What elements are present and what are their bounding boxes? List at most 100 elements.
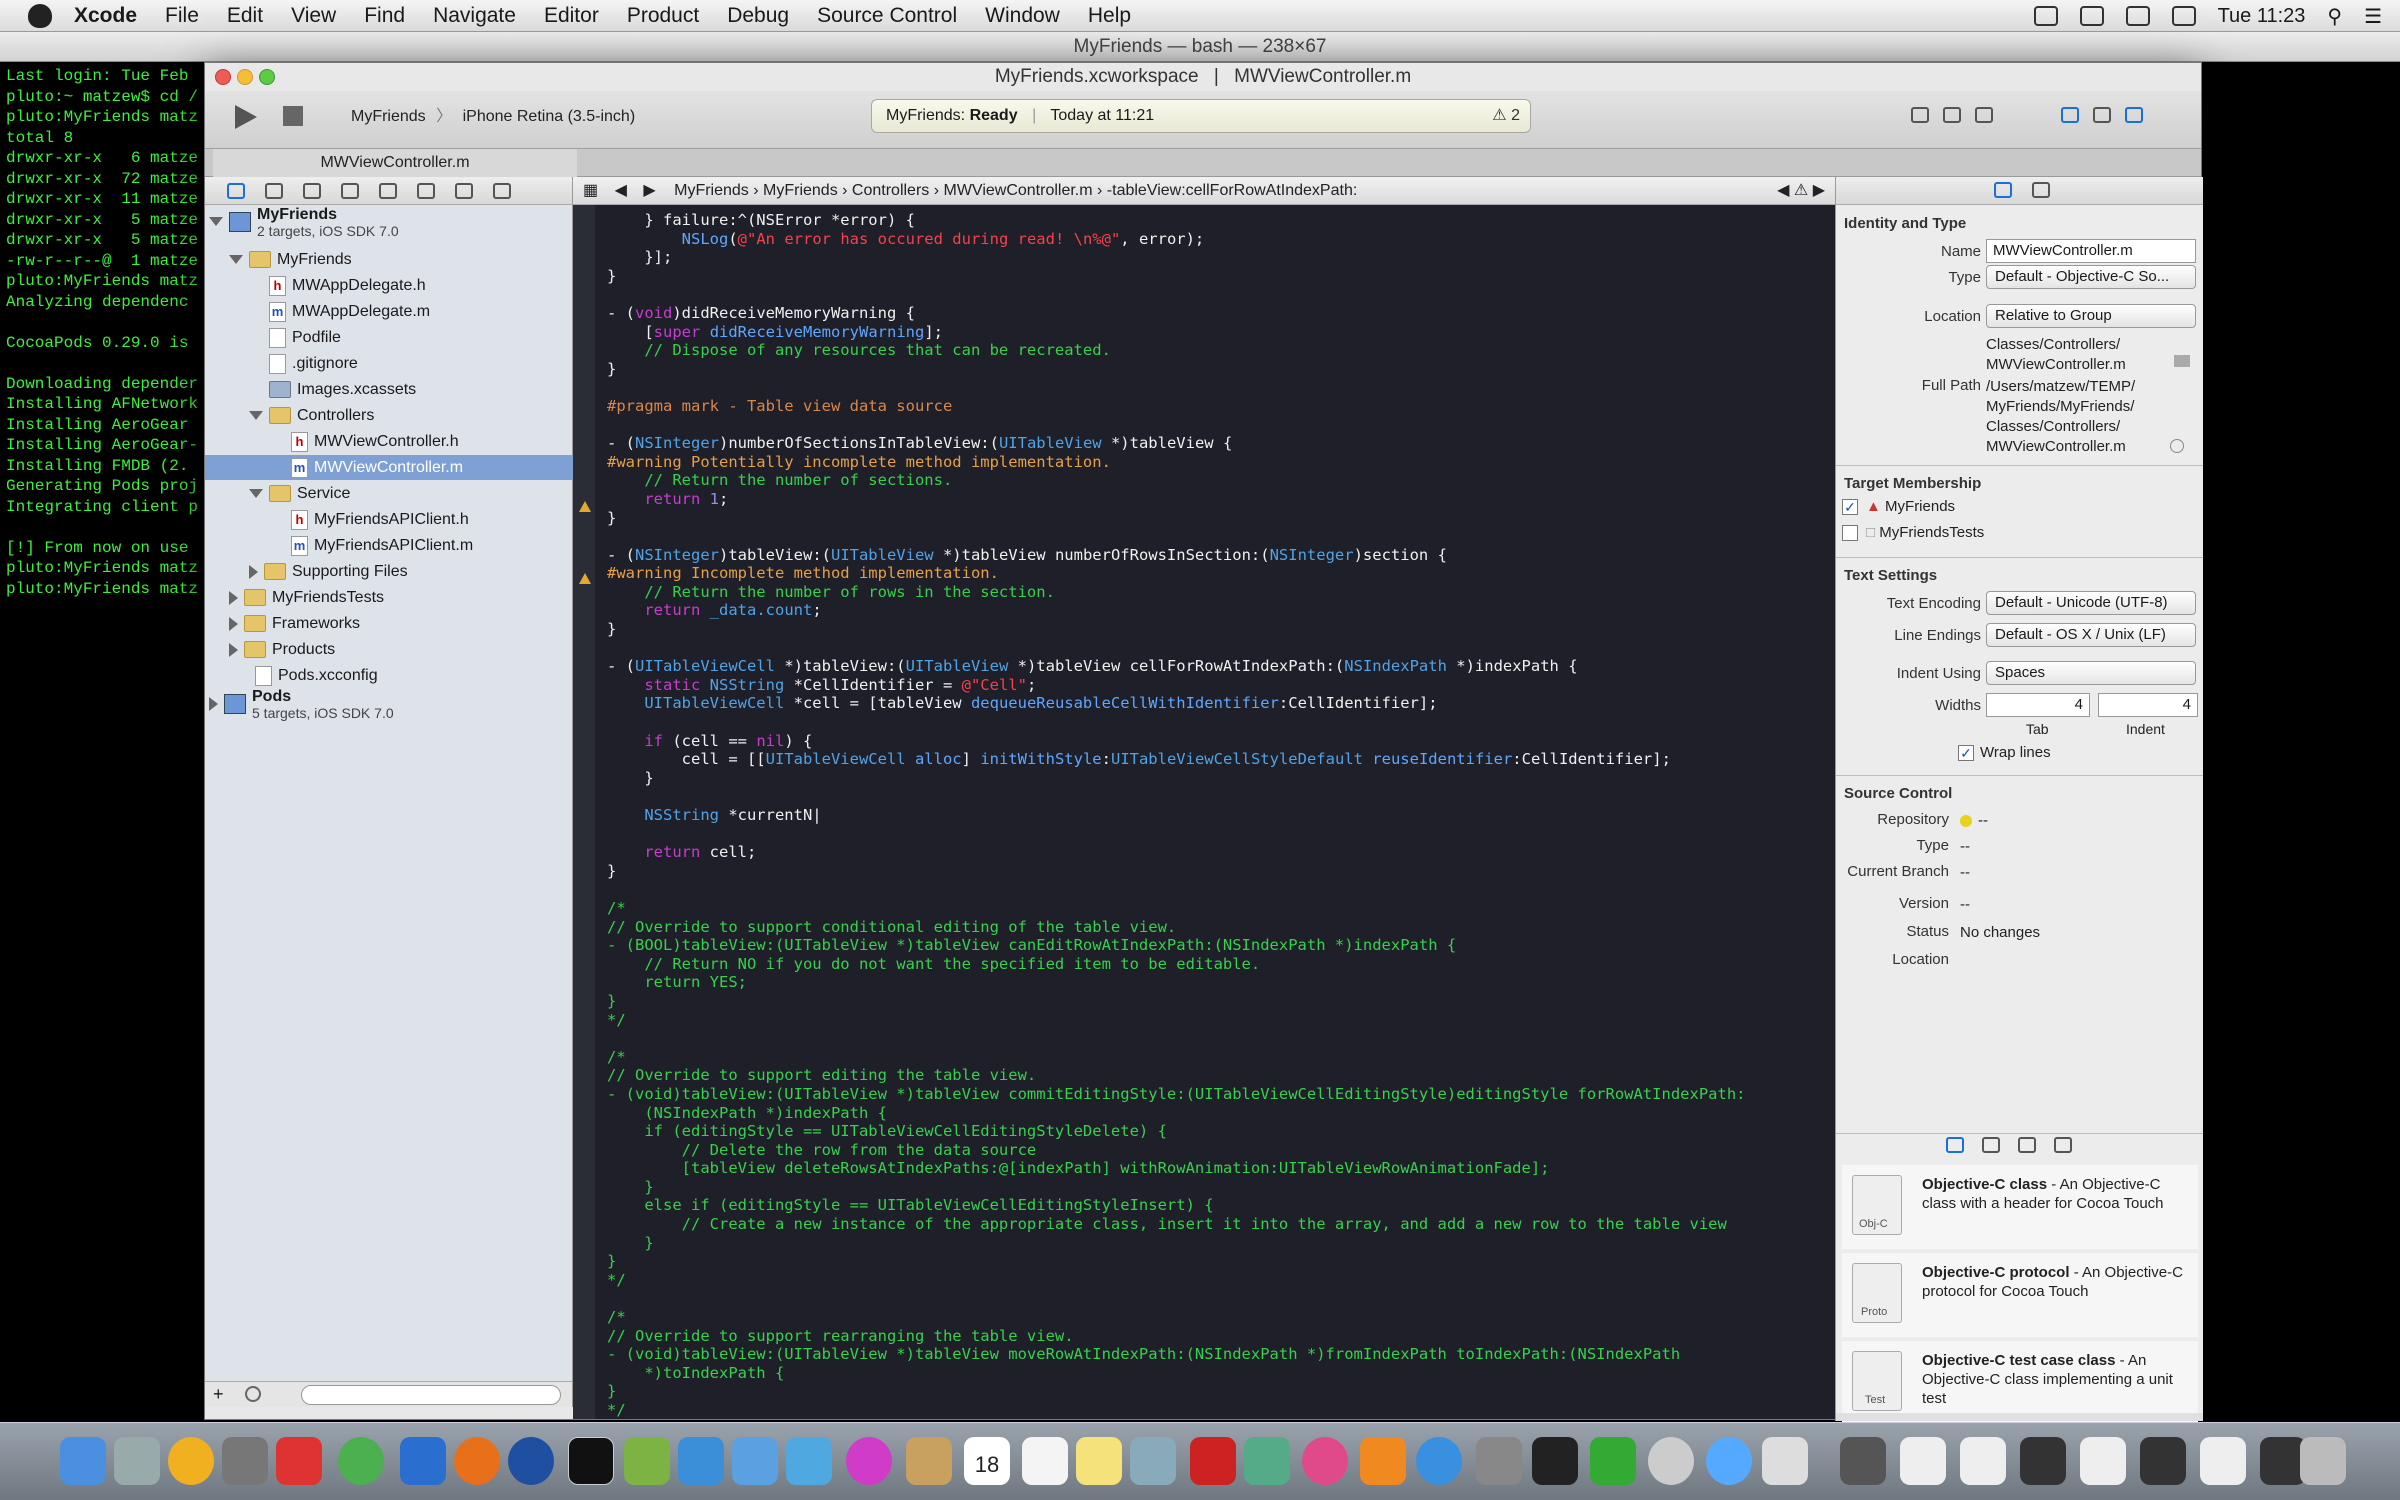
- disclosure-icon[interactable]: [249, 411, 263, 420]
- code-line[interactable]: - (BOOL)tableView:(UITableView *)tableVi…: [607, 936, 1745, 955]
- file-inspector-icon[interactable]: [1994, 182, 2012, 198]
- tree-project-pods[interactable]: Pods 5 targets, iOS SDK 7.0: [209, 688, 394, 720]
- log-navigator-icon[interactable]: [493, 182, 511, 199]
- wrap-lines-checkbox[interactable]: ✓: [1958, 745, 1974, 761]
- disclosure-icon[interactable]: [249, 564, 258, 579]
- code-line[interactable]: }];: [607, 248, 1745, 267]
- code-line[interactable]: NSLog(@"An error has occured during read…: [607, 230, 1745, 249]
- reveal-folder-icon[interactable]: [2174, 355, 2190, 367]
- tree-file-apiclient-m[interactable]: m MyFriendsAPIClient.m: [291, 533, 473, 558]
- code-line[interactable]: [607, 713, 1745, 732]
- code-line[interactable]: /*: [607, 899, 1745, 918]
- code-line[interactable]: }: [607, 620, 1745, 639]
- disclosure-icon[interactable]: [209, 696, 218, 711]
- name-field[interactable]: MWViewController.m: [1986, 239, 2196, 263]
- disclosure-icon[interactable]: [249, 489, 263, 498]
- minimized-window-icon[interactable]: [1960, 1437, 2006, 1485]
- code-line[interactable]: - (UITableViewCell *)tableView:(UITableV…: [607, 657, 1745, 676]
- code-line[interactable]: [607, 825, 1745, 844]
- toggle-utilities-icon[interactable]: [2125, 107, 2143, 123]
- code-line[interactable]: [607, 1029, 1745, 1048]
- object-library-icon[interactable]: [2018, 1137, 2036, 1153]
- jump-folder[interactable]: Controllers: [852, 182, 929, 199]
- tree-file-mwviewcontroller-m[interactable]: m MWViewController.m: [205, 455, 573, 480]
- app-icon[interactable]: [1648, 1437, 1694, 1485]
- code-line[interactable]: - (void)didReceiveMemoryWarning {: [607, 304, 1745, 323]
- disclosure-icon[interactable]: [229, 255, 243, 264]
- forward-button[interactable]: ▶: [643, 182, 655, 199]
- stop-button[interactable]: [283, 106, 303, 126]
- code-line[interactable]: }: [607, 509, 1745, 528]
- app-icon[interactable]: [846, 1437, 892, 1485]
- code-line[interactable]: */: [607, 1271, 1745, 1290]
- code-line[interactable]: // Override to support rearranging the t…: [607, 1327, 1745, 1346]
- tree-group-supporting-files[interactable]: Supporting Files: [249, 559, 408, 584]
- twitter-icon[interactable]: [786, 1437, 832, 1485]
- android-icon[interactable]: [624, 1437, 670, 1485]
- breakpoint-navigator-icon[interactable]: [455, 182, 473, 199]
- launchpad-icon[interactable]: [114, 1437, 160, 1485]
- tree-group-products[interactable]: Products: [229, 637, 335, 662]
- chrome-icon[interactable]: [338, 1437, 384, 1485]
- code-line[interactable]: */: [607, 1401, 1745, 1420]
- code-line[interactable]: [607, 378, 1745, 397]
- tree-group-controllers[interactable]: Controllers: [249, 403, 374, 428]
- toggle-navigator-icon[interactable]: [2061, 107, 2079, 123]
- tree-file-mwappdelegate-h[interactable]: h MWAppDelegate.h: [269, 273, 426, 298]
- indent-using-popup[interactable]: Spaces: [1986, 661, 2196, 685]
- menu-navigate[interactable]: Navigate: [433, 4, 516, 28]
- app-store-icon[interactable]: [1416, 1437, 1462, 1485]
- app-icon[interactable]: [276, 1437, 322, 1485]
- code-line[interactable]: return _data.count;: [607, 601, 1745, 620]
- quick-help-icon[interactable]: [2032, 182, 2050, 198]
- code-line[interactable]: static NSString *CellIdentifier = @"Cell…: [607, 676, 1745, 695]
- screen-record-icon[interactable]: [2033, 6, 2058, 26]
- tab-mwviewcontroller[interactable]: MWViewController.m: [213, 149, 577, 177]
- menu-source-control[interactable]: Source Control: [817, 4, 957, 28]
- code-line[interactable]: }: [607, 267, 1745, 286]
- scheme-selector[interactable]: MyFriends 〉 iPhone Retina (3.5-inch): [351, 101, 635, 133]
- code-line[interactable]: [607, 787, 1745, 806]
- firefox-icon[interactable]: [454, 1437, 500, 1485]
- debug-navigator-icon[interactable]: [417, 182, 435, 199]
- minimized-window-icon[interactable]: [2020, 1437, 2066, 1485]
- symbol-navigator-icon[interactable]: [265, 182, 283, 199]
- code-line[interactable]: [607, 1289, 1745, 1308]
- code-line[interactable]: #pragma mark - Table view data source: [607, 397, 1745, 416]
- disclosure-icon[interactable]: [209, 217, 223, 226]
- menu-clock[interactable]: Tue 11:23: [2218, 5, 2306, 28]
- code-line[interactable]: // Delete the row from the data source: [607, 1141, 1745, 1160]
- app-icon[interactable]: [168, 1437, 214, 1485]
- code-line[interactable]: [607, 880, 1745, 899]
- tree-group-myfriends[interactable]: MyFriends: [229, 247, 352, 272]
- code-line[interactable]: // Return the number of sections.: [607, 471, 1745, 490]
- find-navigator-icon[interactable]: [303, 182, 321, 199]
- minimize-window-button[interactable]: [237, 69, 253, 85]
- code-line[interactable]: - (void)tableView:(UITableView *)tableVi…: [607, 1345, 1745, 1364]
- tree-file-apiclient-h[interactable]: h MyFriendsAPIClient.h: [291, 507, 469, 532]
- code-line[interactable]: /*: [607, 1308, 1745, 1327]
- terminal-icon[interactable]: [568, 1437, 614, 1485]
- target-myfriends-checkbox[interactable]: ✓: [1842, 499, 1858, 515]
- code-line[interactable]: [tableView deleteRowsAtIndexPaths:@[inde…: [607, 1159, 1745, 1178]
- menu-file[interactable]: File: [165, 4, 199, 28]
- code-line[interactable]: *)toIndexPath {: [607, 1364, 1745, 1383]
- code-line[interactable]: // Override to support conditional editi…: [607, 918, 1745, 937]
- warning-count-badge[interactable]: ⚠ 2: [1492, 100, 1520, 132]
- line-endings-popup[interactable]: Default - OS X / Unix (LF): [1986, 623, 2196, 647]
- downloads-stack-icon[interactable]: [1840, 1437, 1886, 1485]
- recent-files-icon[interactable]: [245, 1386, 261, 1402]
- code-line[interactable]: // Dispose of any resources that can be …: [607, 341, 1745, 360]
- menu-editor[interactable]: Editor: [544, 4, 599, 28]
- code-line[interactable]: */: [607, 1011, 1745, 1030]
- app-icon[interactable]: [508, 1437, 554, 1485]
- photos-icon[interactable]: [1244, 1437, 1290, 1485]
- code-line[interactable]: }: [607, 992, 1745, 1011]
- type-popup[interactable]: Default - Objective-C So...: [1986, 265, 2196, 289]
- notification-center-icon[interactable]: ☰: [2364, 4, 2382, 29]
- code-line[interactable]: [607, 416, 1745, 435]
- code-line[interactable]: }: [607, 1234, 1745, 1253]
- app-icon[interactable]: [400, 1437, 446, 1485]
- code-snippet-library-icon[interactable]: [1982, 1137, 2000, 1153]
- code-line[interactable]: }: [607, 360, 1745, 379]
